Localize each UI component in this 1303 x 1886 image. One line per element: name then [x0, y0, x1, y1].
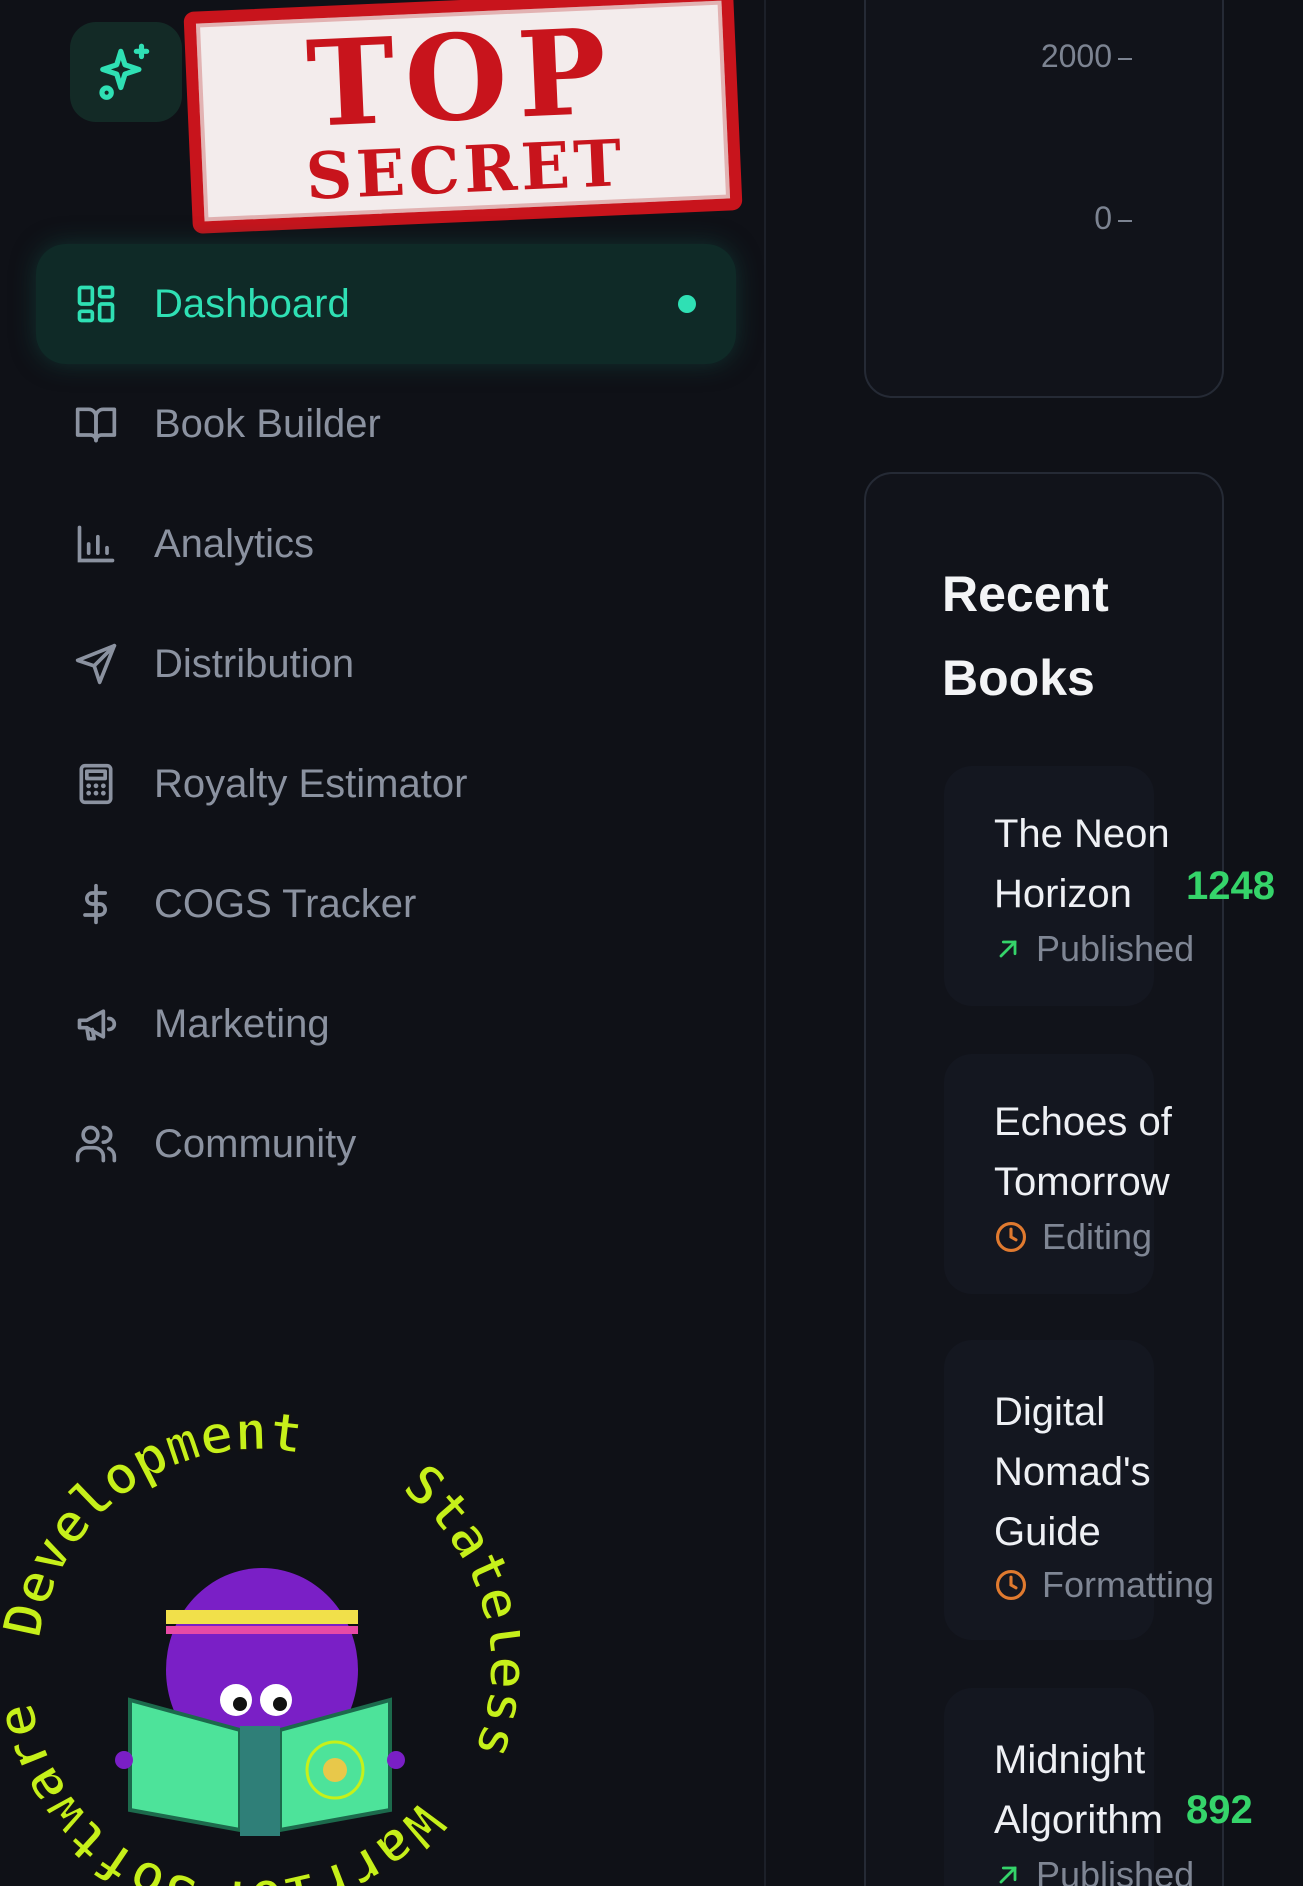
book-sales-count: 1248	[1186, 864, 1275, 908]
clock-icon	[995, 1221, 1027, 1253]
book-title: Digital Nomad's Guide	[994, 1390, 1151, 1554]
book-status: Editing	[994, 1216, 1152, 1258]
book-item[interactable]: Digital Nomad's Guide Formatting	[944, 1340, 1214, 1640]
book-sales-count: 892	[1186, 1788, 1253, 1832]
sidebar-item-label: Book Builder	[154, 401, 381, 446]
book-title: Echoes of Tomorrow	[994, 1100, 1172, 1204]
top-secret-stamp: TOP SECRET	[183, 0, 743, 234]
app-logo[interactable]	[70, 22, 182, 122]
trend-up-arrow-icon	[999, 940, 1017, 958]
users-icon	[72, 1120, 120, 1168]
dashboard-grid-icon	[72, 280, 120, 328]
sidebar-item-dashboard[interactable]: Dashboard	[36, 244, 736, 364]
bar-chart-icon	[72, 520, 120, 568]
stamp-line-2: SECRET	[304, 126, 627, 215]
sidebar-item-label: Distribution	[154, 641, 355, 686]
send-icon	[72, 640, 120, 688]
y-axis-tick: 2000	[1041, 38, 1132, 75]
sidebar-item-analytics[interactable]: Analytics	[36, 484, 736, 604]
sidebar-nav: Dashboard Book Builder Analytics Distrib…	[36, 244, 736, 1204]
sidebar-item-marketing[interactable]: Marketing	[36, 964, 736, 1084]
sales-chart-card: 2000 0	[864, 0, 1224, 398]
sidebar-item-community[interactable]: Community	[36, 1084, 736, 1204]
sidebar-item-label: COGS Tracker	[154, 881, 417, 926]
sidebar-item-distribution[interactable]: Distribution	[36, 604, 736, 724]
book-item[interactable]: Midnight Algorithm Published 892	[944, 1688, 1253, 1886]
sidebar-item-label: Dashboard	[154, 281, 350, 326]
sidebar-item-label: Royalty Estimator	[154, 761, 468, 806]
dollar-icon	[72, 880, 120, 928]
stamp-line-1: TOP	[303, 1, 620, 154]
sidebar-item-cogs-tracker[interactable]: COGS Tracker	[36, 844, 736, 964]
sidebar: TOP SECRET Dashboard Book Builder Analyt…	[0, 0, 766, 1886]
active-indicator-dot	[678, 295, 696, 313]
book-item[interactable]: The Neon Horizon Published 1248	[944, 766, 1275, 1006]
sidebar-item-label: Marketing	[154, 1001, 330, 1046]
book-title: Midnight Algorithm	[994, 1738, 1163, 1842]
y-axis-tick: 0	[1094, 200, 1132, 237]
book-status: Published	[994, 928, 1194, 970]
book-item[interactable]: Echoes of Tomorrow Editing	[944, 1054, 1172, 1294]
clock-icon	[995, 1569, 1027, 1601]
sparkles-icon	[99, 43, 150, 100]
recent-books-title: Recent Books	[942, 566, 1109, 706]
book-status: Published	[994, 1854, 1194, 1886]
reading-mascot-icon	[115, 1568, 405, 1836]
software-development-sticker: Development Stateless Warrior Software	[0, 1400, 520, 1886]
svg-text:Stateless: Stateless	[392, 1451, 520, 1767]
sidebar-item-label: Analytics	[154, 521, 315, 566]
sidebar-item-royalty-estimator[interactable]: Royalty Estimator	[36, 724, 736, 844]
app-screen: TOP SECRET Dashboard Book Builder Analyt…	[0, 0, 1303, 1886]
sidebar-item-label: Community	[154, 1121, 357, 1166]
book-status: Formatting	[994, 1564, 1214, 1606]
trend-up-arrow-icon	[999, 1866, 1017, 1884]
calculator-icon	[72, 760, 120, 808]
sidebar-item-book-builder[interactable]: Book Builder	[36, 364, 736, 484]
open-book-icon	[72, 400, 120, 448]
sticker-ring-text-right: Stateless	[391, 1450, 520, 1768]
recent-books-card: Recent Books The Neon Horizon Published …	[864, 472, 1275, 1886]
megaphone-icon	[72, 1000, 120, 1048]
